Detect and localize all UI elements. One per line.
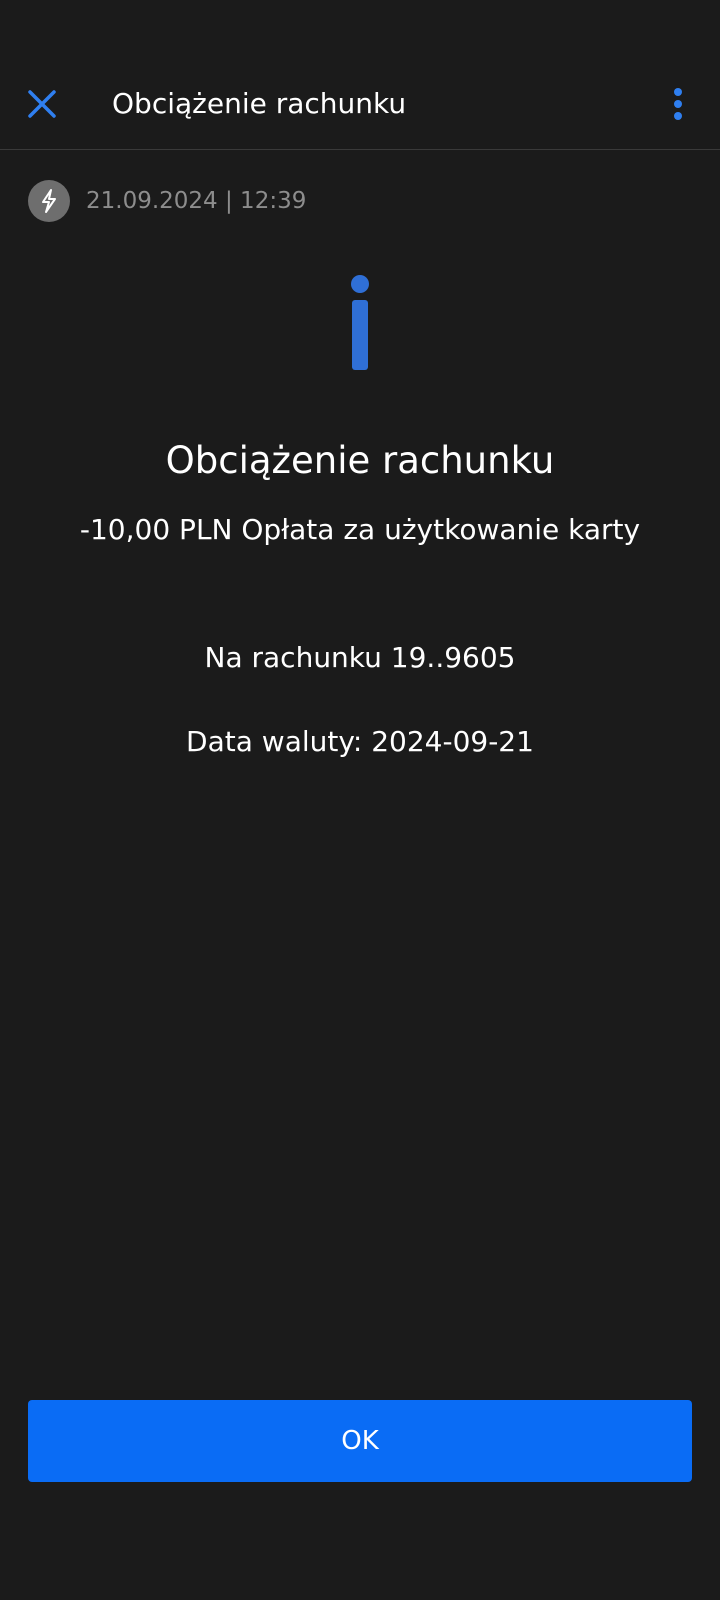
more-options-button[interactable]: [654, 80, 702, 128]
account-number: Na rachunku 19..9605: [204, 641, 516, 674]
close-button[interactable]: [18, 80, 66, 128]
lightning-icon: [28, 180, 70, 222]
page-title: Obciążenie rachunku: [112, 87, 407, 120]
transaction-meta: 21.09.2024 | 12:39: [28, 180, 306, 222]
message-heading: Obciążenie rachunku: [165, 439, 555, 482]
info-icon: [351, 275, 369, 370]
value-date: Data waluty: 2024-09-21: [186, 725, 534, 758]
top-app-bar: Obciążenie rachunku: [0, 0, 720, 150]
message-amount-description: -10,00 PLN Opłata za użytkowanie karty: [79, 513, 641, 546]
ok-button[interactable]: OK: [28, 1400, 692, 1482]
transaction-datetime: 21.09.2024 | 12:39: [86, 188, 307, 214]
close-icon: [28, 90, 56, 118]
more-vertical-icon: [674, 88, 682, 120]
